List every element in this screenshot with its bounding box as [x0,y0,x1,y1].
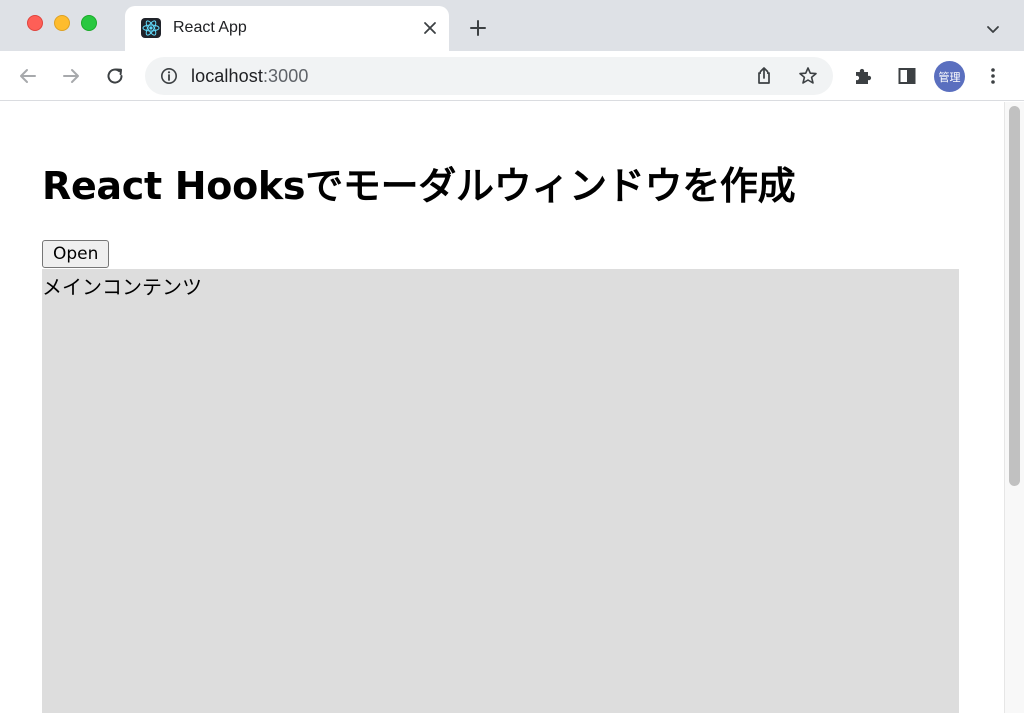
address-bar[interactable]: localhost:3000 [145,57,833,95]
share-icon[interactable] [753,65,775,87]
url-port: :3000 [262,66,309,86]
page-title: React Hooksでモーダルウィンドウを作成 [42,164,796,208]
bookmark-star-icon[interactable] [797,65,819,87]
close-window-button[interactable] [27,15,43,31]
new-tab-icon[interactable] [466,16,490,40]
menu-kebab-icon[interactable] [980,63,1006,89]
chevron-down-icon[interactable] [982,18,1004,40]
main-content-text: メインコンテンツ [42,275,202,299]
main-content-area: メインコンテンツ [42,269,959,713]
react-logo-icon [141,18,161,38]
side-panel-icon[interactable] [894,63,920,89]
minimize-window-button[interactable] [54,15,70,31]
tab-strip: React App [0,0,1024,51]
page-viewport: React Hooksでモーダルウィンドウを作成 Open メインコンテンツ [0,102,1004,713]
tab-close-icon[interactable] [419,17,441,39]
scrollbar-thumb[interactable] [1009,106,1020,486]
tab-title: React App [173,19,247,36]
extensions-puzzle-icon[interactable] [850,63,876,89]
open-modal-button[interactable]: Open [42,240,110,268]
profile-avatar[interactable]: 管理 [934,61,965,92]
browser-toolbar: localhost:3000 管理 [0,51,1024,101]
forward-arrow-icon[interactable] [58,63,84,89]
url-text: localhost:3000 [191,66,309,87]
browser-tab-active[interactable]: React App [125,6,449,51]
site-info-icon[interactable] [159,66,179,86]
url-host: localhost [191,66,263,86]
vertical-scrollbar[interactable] [1004,102,1024,713]
reload-icon[interactable] [102,63,128,89]
back-arrow-icon[interactable] [15,63,41,89]
maximize-window-button[interactable] [81,15,97,31]
